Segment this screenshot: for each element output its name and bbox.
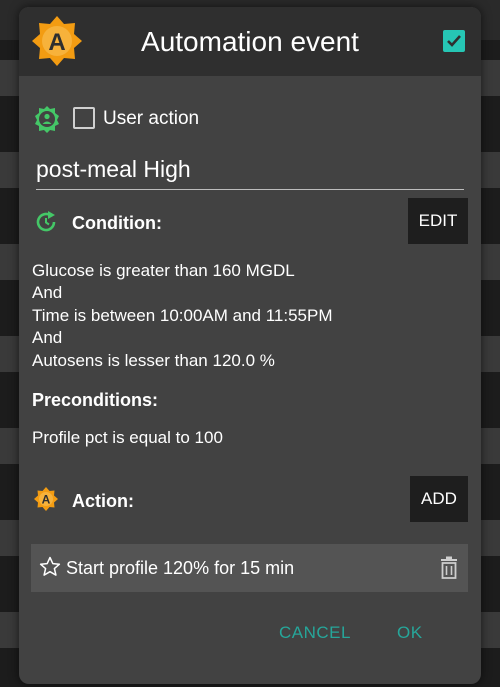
action-label: Action:: [72, 491, 134, 511]
background-row: [0, 520, 20, 556]
ok-button[interactable]: OK: [397, 622, 423, 644]
dialog-title-bar: A Automation event: [19, 7, 481, 76]
user-action-row: User action: [33, 105, 333, 133]
user-action-checkbox[interactable]: [73, 107, 95, 129]
background-row: [480, 336, 500, 372]
background-row: [480, 520, 500, 556]
refresh-icon: [36, 211, 56, 232]
checkbox-checked-icon: [447, 35, 461, 47]
condition-line: And: [32, 283, 63, 302]
background-row: [480, 152, 500, 188]
condition-label: Condition:: [72, 213, 162, 233]
action-item-text: Start profile 120% for 15 min: [66, 558, 295, 578]
automation-event-dialog: A Automation event User action post-meal…: [19, 7, 481, 684]
background-row: [480, 244, 500, 280]
aaps-logo-icon: A: [34, 487, 58, 511]
background-row: [0, 152, 20, 188]
dialog-title: Automation event: [141, 26, 359, 57]
background-row: [480, 60, 500, 96]
background-row: [480, 428, 500, 464]
background-row: [480, 612, 500, 648]
star-outline-icon: [39, 556, 61, 576]
background-row: [0, 60, 20, 96]
person-gear-icon: [35, 106, 59, 133]
event-name-input[interactable]: post-meal High: [36, 155, 464, 190]
background-row: [0, 428, 20, 464]
action-list-item[interactable]: Start profile 120% for 15 min: [31, 544, 468, 592]
background-row: [0, 336, 20, 372]
trash-icon[interactable]: [438, 556, 460, 580]
cancel-button[interactable]: CANCEL: [279, 622, 351, 644]
condition-line: Time is between 10:00AM and 11:55PM: [32, 306, 333, 325]
background-row: [0, 612, 20, 648]
add-action-button[interactable]: ADD: [410, 476, 468, 522]
logo-letter: A: [42, 493, 51, 507]
preconditions-label: Preconditions:: [32, 390, 159, 410]
condition-line: Autosens is lesser than 120.0 %: [32, 351, 275, 370]
precondition-line: Profile pct is equal to 100: [32, 428, 223, 447]
confirm-checkbox[interactable]: [443, 30, 465, 52]
background-row: [0, 244, 20, 280]
condition-line: And: [32, 328, 63, 347]
edit-condition-button[interactable]: EDIT: [408, 198, 468, 244]
user-action-label: User action: [103, 108, 200, 129]
condition-line: Glucose is greater than 160 MGDL: [32, 261, 295, 280]
